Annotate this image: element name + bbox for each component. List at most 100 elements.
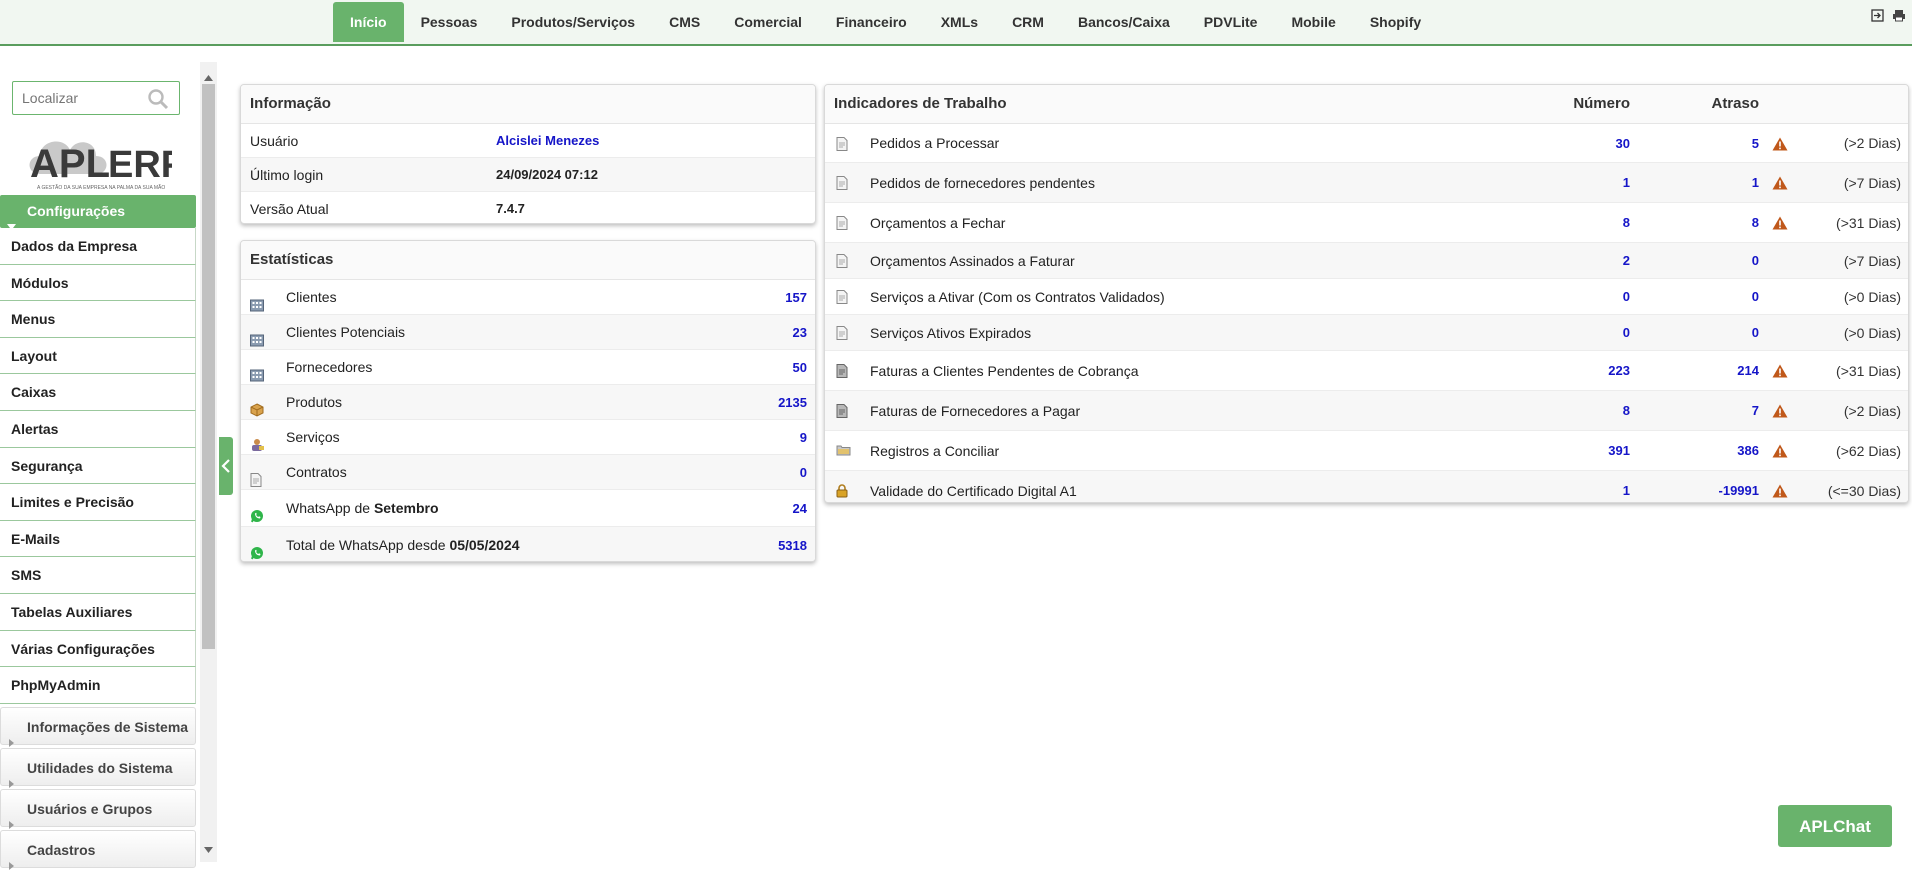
tab-financeiro[interactable]: Financeiro	[819, 2, 924, 42]
search-icon[interactable]	[147, 88, 169, 115]
sidebar-item-phpmyadmin[interactable]: PhpMyAdmin	[0, 667, 196, 704]
tab-mobile[interactable]: Mobile	[1274, 2, 1352, 42]
tab-comercial[interactable]: Comercial	[717, 2, 819, 42]
indicator-row[interactable]: Faturas a Clientes Pendentes de Cobrança…	[825, 351, 1908, 391]
caret-right-icon	[9, 846, 14, 884]
tab-pessoas[interactable]: Pessoas	[404, 2, 495, 42]
tab-cms[interactable]: CMS	[652, 2, 717, 42]
indicator-row[interactable]: Registros a Conciliar 391 386 (>62 Dias)	[825, 431, 1908, 471]
info-rows: Usuário Alcislei Menezes Último login 24/09…	[241, 124, 815, 223]
sidebar-group-label: Cadastros	[27, 841, 96, 858]
sidebar-scrollbar[interactable]	[200, 62, 217, 862]
tab-shopify[interactable]: Shopify	[1353, 2, 1438, 42]
sidebar-item-limites-e-precisao[interactable]: Limites e Precisão	[0, 484, 196, 521]
indicator-number-link[interactable]: 223	[1545, 351, 1630, 391]
indicator-number-link[interactable]: 391	[1545, 431, 1630, 471]
indicator-delay-link[interactable]: 214	[1655, 351, 1759, 391]
tab-pdvlite[interactable]: PDVLite	[1187, 2, 1275, 42]
indicator-number-link[interactable]: 0	[1545, 315, 1630, 351]
sidebar-group-usuarios-e-grupos[interactable]: Usuários e Grupos	[0, 788, 196, 829]
indicator-number-link[interactable]: 0	[1545, 279, 1630, 315]
indicator-delay-link[interactable]: 0	[1655, 279, 1759, 315]
indicator-delay-link[interactable]: -19991	[1655, 471, 1759, 502]
aplchat-button[interactable]: APLChat	[1778, 805, 1892, 847]
stats-value-link[interactable]: 9	[800, 420, 807, 455]
stats-value-link[interactable]: 5318	[778, 527, 807, 561]
indicator-delay-link[interactable]: 386	[1655, 431, 1759, 471]
sidebar-item-e-mails[interactable]: E-Mails	[0, 520, 196, 558]
indicator-number-link[interactable]: 1	[1545, 163, 1630, 203]
sidebar-item-menus[interactable]: Menus	[0, 301, 196, 338]
indicator-row[interactable]: Orçamentos Assinados a Faturar 2 0 (>7 Dias…	[825, 243, 1908, 279]
info-panel: Informação Usuário Alcislei Menezes Último…	[240, 84, 816, 224]
user-name-link[interactable]: Alcislei Menezes	[496, 124, 599, 158]
stats-value-link[interactable]: 50	[793, 350, 807, 385]
indicator-delay-link[interactable]: 7	[1655, 391, 1759, 431]
tab-produtos-servicos[interactable]: Produtos/Serviços	[494, 2, 652, 42]
sidebar-group-cadastros[interactable]: Cadastros	[0, 829, 196, 870]
sidebar-item-layout[interactable]: Layout	[0, 337, 196, 375]
indicator-delay-link[interactable]: 0	[1655, 315, 1759, 351]
stats-value-link[interactable]: 24	[793, 490, 807, 527]
indicator-label: Serviços Ativos Expirados	[870, 325, 1032, 341]
stats-label: Contratos	[286, 455, 347, 490]
indicator-number-link[interactable]: 30	[1545, 124, 1630, 163]
indicator-number-link[interactable]: 1	[1545, 471, 1630, 502]
stats-value-link[interactable]: 23	[793, 315, 807, 350]
stats-row[interactable]: Fornecedores 50	[241, 350, 815, 385]
stats-row[interactable]: Serviços 9	[241, 420, 815, 455]
search-input[interactable]	[13, 82, 152, 114]
stats-row[interactable]: Contratos 0	[241, 455, 815, 490]
stats-row[interactable]: Clientes 157	[241, 280, 815, 315]
indicator-row[interactable]: Pedidos a Processar 30 5 (>2 Dias)	[825, 124, 1908, 163]
stats-row[interactable]: WhatsApp de Setembro 24	[241, 490, 815, 527]
indicator-number-link[interactable]: 8	[1545, 203, 1630, 243]
indicator-days: (>0 Dias)	[1843, 325, 1901, 341]
print-icon[interactable]	[1892, 9, 1906, 22]
sidebar-group-informacoes-de-sistema[interactable]: Informações de Sistema	[0, 706, 196, 747]
logout-icon[interactable]	[1871, 9, 1884, 22]
stats-label-text: Produtos	[286, 394, 343, 410]
indicator-label: Orçamentos a Fechar	[870, 215, 1006, 231]
sidebar-item-sms[interactable]: SMS	[0, 557, 196, 594]
main-tabs: Início Pessoas Produtos/Serviços CMS Comerci…	[333, 2, 1438, 42]
indicator-delay-link[interactable]: 0	[1655, 243, 1759, 279]
indicator-row[interactable]: Pedidos de fornecedores pendentes 1 1 (>7 D…	[825, 163, 1908, 203]
stats-row[interactable]: Total de WhatsApp desde 05/05/2024 5318	[241, 527, 815, 561]
tab-bancos-caixa[interactable]: Bancos/Caixa	[1061, 2, 1187, 42]
stats-row[interactable]: Clientes Potenciais 23	[241, 315, 815, 350]
stats-title: Estatísticas	[241, 241, 815, 280]
indicator-delay-link[interactable]: 5	[1655, 124, 1759, 163]
indicator-row[interactable]: Orçamentos a Fechar 8 8 (>31 Dias)	[825, 203, 1908, 243]
indicator-number-link[interactable]: 8	[1545, 391, 1630, 431]
tab-xmls[interactable]: XMLs	[924, 2, 995, 42]
sidebar-group-utilidades-do-sistema[interactable]: Utilidades do Sistema	[0, 747, 196, 788]
indicator-row[interactable]: Faturas de Fornecedores a Pagar 8 7 (>2 Dia…	[825, 391, 1908, 431]
tab-inicio[interactable]: Início	[333, 2, 404, 42]
sidebar-item-varias-configuracoes[interactable]: Várias Configurações	[0, 630, 196, 668]
indicator-delay-link[interactable]: 1	[1655, 163, 1759, 203]
sidebar-item-alertas[interactable]: Alertas	[0, 410, 196, 448]
sidebar-item-modulos[interactable]: Módulos	[0, 264, 196, 302]
indicator-row[interactable]: Serviços a Ativar (Com os Contratos Vali…	[825, 279, 1908, 315]
indicator-number-link[interactable]: 2	[1545, 243, 1630, 279]
stats-row[interactable]: Produtos 2135	[241, 385, 815, 420]
sidebar-group-configuracoes[interactable]: Configurações	[0, 195, 196, 230]
warning-icon	[1772, 137, 1788, 151]
sidebar-item-tabelas-auxiliares[interactable]: Tabelas Auxiliares	[0, 593, 196, 631]
indicator-row[interactable]: Validade do Certificado Digital A1 1 -1999…	[825, 471, 1908, 502]
tab-crm[interactable]: CRM	[995, 2, 1061, 42]
sidebar-item-dados-da-empresa[interactable]: Dados da Empresa	[0, 228, 196, 265]
indicator-row[interactable]: Serviços Ativos Expirados 0 0 (>0 Dias)	[825, 315, 1908, 351]
stats-value-link[interactable]: 0	[800, 455, 807, 490]
scrollbar-thumb[interactable]	[202, 84, 215, 649]
sidebar-item-seguranca[interactable]: Segurança	[0, 447, 196, 485]
scroll-down-arrow-icon[interactable]	[204, 840, 213, 858]
stats-label-bold: 05/05/2024	[449, 537, 520, 553]
sidebar-collapse-button[interactable]	[219, 437, 233, 495]
sidebar-item-caixas[interactable]: Caixas	[0, 374, 196, 411]
stats-value-link[interactable]: 157	[785, 280, 807, 315]
stats-panel: Estatísticas Clientes 157 Clientes Potenci…	[240, 240, 816, 562]
stats-value-link[interactable]: 2135	[778, 385, 807, 420]
indicator-delay-link[interactable]: 8	[1655, 203, 1759, 243]
